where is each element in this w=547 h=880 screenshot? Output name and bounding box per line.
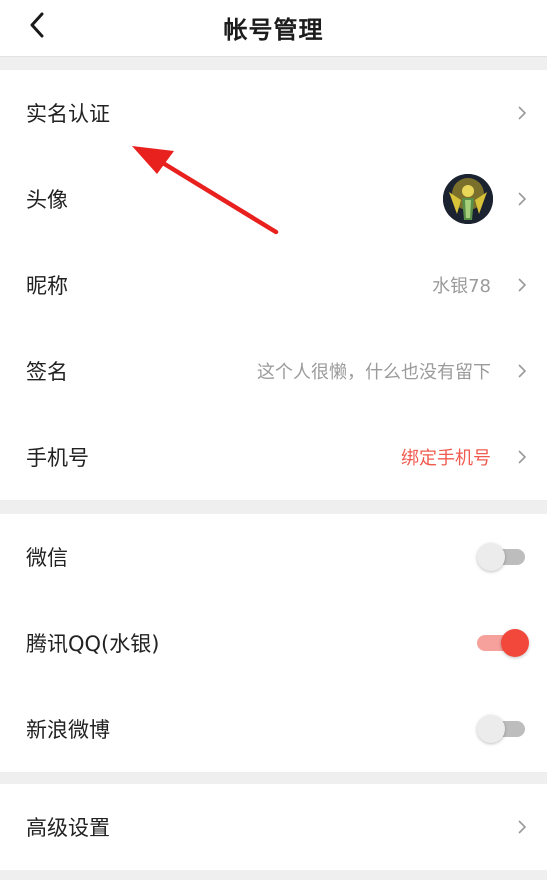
toggle-knob bbox=[477, 715, 505, 743]
realname-row[interactable]: 实名认证 bbox=[0, 70, 547, 156]
weibo-row: 新浪微博 bbox=[0, 686, 547, 772]
weibo-label: 新浪微博 bbox=[26, 718, 110, 742]
wechat-label: 微信 bbox=[26, 546, 68, 570]
chevron-right-icon bbox=[518, 106, 527, 120]
advanced-settings-label: 高级设置 bbox=[26, 816, 110, 840]
chevron-right-icon bbox=[518, 820, 527, 834]
weibo-toggle[interactable] bbox=[477, 714, 525, 744]
bind-phone-link[interactable]: 绑定手机号 bbox=[401, 444, 491, 470]
nickname-row[interactable]: 昵称 水银78 bbox=[0, 242, 547, 328]
page-title: 帐号管理 bbox=[223, 16, 324, 44]
qq-label: 腾讯QQ(水银) bbox=[26, 632, 160, 656]
account-info-section: 实名认证 头像 昵称 水银78 签名 这个人很懒，什么也没有留下 手机号 绑定手… bbox=[0, 70, 547, 500]
wechat-toggle[interactable] bbox=[477, 542, 525, 572]
phone-label: 手机号 bbox=[26, 446, 89, 470]
third-party-accounts-section: 微信 腾讯QQ(水银) 新浪微博 bbox=[0, 514, 547, 772]
advanced-settings-row[interactable]: 高级设置 bbox=[0, 784, 547, 870]
toggle-knob bbox=[501, 629, 529, 657]
nickname-value: 水银78 bbox=[432, 276, 491, 297]
avatar-row[interactable]: 头像 bbox=[0, 156, 547, 242]
realname-label: 实名认证 bbox=[26, 102, 110, 126]
signature-row[interactable]: 签名 这个人很懒，什么也没有留下 bbox=[0, 328, 547, 414]
chevron-right-icon bbox=[518, 450, 527, 464]
avatar[interactable] bbox=[443, 174, 493, 224]
chevron-right-icon bbox=[518, 278, 527, 292]
toggle-knob bbox=[477, 543, 505, 571]
qq-toggle[interactable] bbox=[477, 628, 529, 658]
avatar-image bbox=[443, 174, 493, 224]
qq-row: 腾讯QQ(水银) bbox=[0, 600, 547, 686]
wechat-row: 微信 bbox=[0, 514, 547, 600]
chevron-right-icon bbox=[518, 192, 527, 206]
advanced-section: 高级设置 bbox=[0, 784, 547, 870]
signature-value: 这个人很懒，什么也没有留下 bbox=[257, 362, 491, 383]
signature-label: 签名 bbox=[26, 360, 68, 384]
nickname-label: 昵称 bbox=[26, 274, 68, 298]
phone-row[interactable]: 手机号 绑定手机号 bbox=[0, 414, 547, 500]
chevron-right-icon bbox=[518, 364, 527, 378]
top-bar: 帐号管理 bbox=[0, 0, 547, 57]
avatar-label: 头像 bbox=[26, 188, 68, 212]
